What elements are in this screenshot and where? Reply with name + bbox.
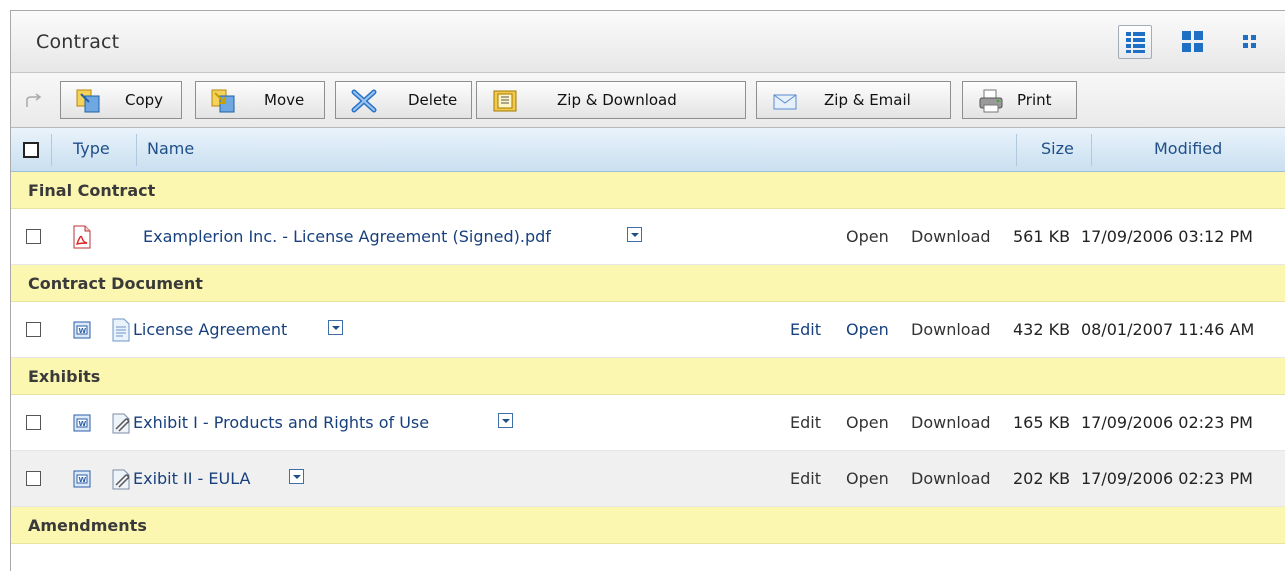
column-name[interactable]: Name xyxy=(147,139,194,158)
file-row[interactable]: W License Agreement Edit Open Download 4… xyxy=(11,302,1285,358)
envelope-icon xyxy=(773,94,797,110)
file-menu-dropdown[interactable] xyxy=(627,227,642,242)
copy-label: Copy xyxy=(125,91,164,109)
file-menu-dropdown[interactable] xyxy=(498,413,513,428)
download-action[interactable]: Download xyxy=(911,227,991,246)
open-action[interactable]: Open xyxy=(846,320,889,339)
group-label: Amendments xyxy=(28,516,147,535)
delete-button[interactable]: Delete xyxy=(335,81,472,119)
file-name-link[interactable]: Examplerion Inc. - License Agreement (Si… xyxy=(143,227,551,246)
download-action[interactable]: Download xyxy=(911,469,991,488)
row-checkbox[interactable] xyxy=(26,415,41,430)
zip-email-button[interactable]: Zip & Email xyxy=(756,81,951,119)
file-row[interactable]: W Exibit II - EULA Edit Open Download 20… xyxy=(11,451,1285,507)
details-view-icon xyxy=(1126,32,1145,53)
svg-text:W: W xyxy=(79,327,87,335)
select-all-checkbox[interactable] xyxy=(23,142,39,158)
document-panel: Contract Copy Move Delete Zip & Download… xyxy=(10,10,1285,571)
redirect-arrow-icon[interactable] xyxy=(25,92,43,108)
zip-email-label: Zip & Email xyxy=(824,91,911,109)
printer-icon xyxy=(979,89,1003,113)
small-icons-view-button[interactable] xyxy=(1233,25,1267,59)
row-checkbox[interactable] xyxy=(26,471,41,486)
delete-x-icon xyxy=(351,89,377,113)
file-modified: 17/09/2006 03:12 PM xyxy=(1081,227,1253,246)
svg-text:W: W xyxy=(79,420,87,428)
pdf-file-icon xyxy=(73,225,91,249)
word-document-icon: W xyxy=(73,470,91,488)
file-name-link[interactable]: Exhibit I - Products and Rights of Use xyxy=(133,413,429,432)
group-label: Exhibits xyxy=(28,367,101,386)
file-size: 432 KB xyxy=(1013,320,1071,339)
file-name-link[interactable]: Exibit II - EULA xyxy=(133,469,250,488)
file-size: 561 KB xyxy=(1013,227,1071,246)
zip-download-label: Zip & Download xyxy=(557,91,677,109)
attachment-icon xyxy=(112,413,130,434)
document-page-icon xyxy=(112,318,130,342)
zip-download-button[interactable]: Zip & Download xyxy=(476,81,746,119)
group-label: Contract Document xyxy=(28,274,203,293)
large-icons-view-button[interactable] xyxy=(1176,25,1210,59)
column-size[interactable]: Size xyxy=(1041,139,1074,158)
file-row[interactable]: Examplerion Inc. - License Agreement (Si… xyxy=(11,209,1285,265)
open-action[interactable]: Open xyxy=(846,413,889,432)
word-document-icon: W xyxy=(73,414,91,432)
column-modified[interactable]: Modified xyxy=(1154,139,1222,158)
svg-text:W: W xyxy=(79,476,87,484)
file-row[interactable]: W Exhibit I - Products and Rights of Use… xyxy=(11,395,1285,451)
copy-button[interactable]: Copy xyxy=(60,81,182,119)
download-action[interactable]: Download xyxy=(911,320,991,339)
download-action[interactable]: Download xyxy=(911,413,991,432)
move-icon xyxy=(211,89,235,113)
edit-action[interactable]: Edit xyxy=(790,469,821,488)
file-menu-dropdown[interactable] xyxy=(328,320,343,335)
column-header-row: Type Name Size Modified xyxy=(11,128,1285,172)
panel-title: Contract xyxy=(36,31,120,53)
group-header[interactable]: Final Contract xyxy=(11,172,1285,209)
file-size: 202 KB xyxy=(1013,469,1071,488)
group-header[interactable]: Amendments xyxy=(11,507,1285,544)
row-checkbox[interactable] xyxy=(26,229,41,244)
group-header[interactable]: Contract Document xyxy=(11,265,1285,302)
file-size: 165 KB xyxy=(1013,413,1071,432)
open-action[interactable]: Open xyxy=(846,227,889,246)
file-modified: 08/01/2007 11:46 AM xyxy=(1081,320,1255,339)
open-action[interactable]: Open xyxy=(846,469,889,488)
zip-folder-icon xyxy=(493,90,517,112)
panel-title-bar: Contract xyxy=(11,11,1285,73)
row-checkbox[interactable] xyxy=(26,322,41,337)
print-button[interactable]: Print xyxy=(962,81,1077,119)
print-label: Print xyxy=(1017,91,1052,109)
edit-action[interactable]: Edit xyxy=(790,320,821,339)
edit-action[interactable]: Edit xyxy=(790,413,821,432)
word-document-icon: W xyxy=(73,321,91,339)
move-label: Move xyxy=(264,91,305,109)
file-menu-dropdown[interactable] xyxy=(289,469,304,484)
group-header[interactable]: Exhibits xyxy=(11,358,1285,395)
group-label: Final Contract xyxy=(28,181,156,200)
file-name-link[interactable]: License Agreement xyxy=(133,320,287,339)
large-icons-view-icon xyxy=(1182,31,1203,52)
small-icons-view-icon xyxy=(1243,35,1256,48)
file-modified: 17/09/2006 02:23 PM xyxy=(1081,413,1253,432)
action-toolbar: Copy Move Delete Zip & Download Zip & Em… xyxy=(11,73,1285,128)
file-modified: 17/09/2006 02:23 PM xyxy=(1081,469,1253,488)
copy-icon xyxy=(76,89,100,113)
column-type[interactable]: Type xyxy=(73,139,110,158)
delete-label: Delete xyxy=(408,91,458,109)
details-view-button[interactable] xyxy=(1118,25,1152,59)
attachment-icon xyxy=(112,469,130,490)
move-button[interactable]: Move xyxy=(195,81,325,119)
